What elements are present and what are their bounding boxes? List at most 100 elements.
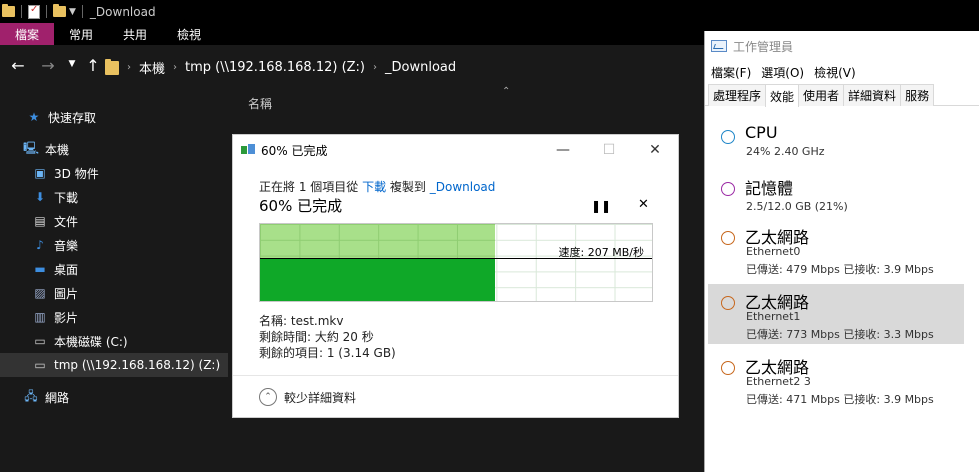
breadcrumb-this-pc[interactable]: 本機 — [139, 58, 165, 77]
chevron-right-icon[interactable]: › — [127, 62, 131, 73]
tab-home[interactable]: 常用 — [54, 23, 108, 45]
tab-share[interactable]: 共用 — [108, 23, 162, 45]
folder-icon — [105, 58, 119, 75]
perf-item-adapter: Ethernet2 3 — [746, 375, 811, 388]
perf-item-detail: 2.5/12.0 GB (21%) — [746, 200, 848, 213]
properties-icon[interactable] — [28, 4, 40, 19]
sidebar-item-pictures[interactable]: ▨ 圖片 — [0, 281, 228, 305]
sidebar-item-network[interactable]: 🖧 網路 — [0, 385, 228, 409]
task-manager-icon — [711, 40, 727, 52]
star-icon: ★ — [28, 110, 40, 124]
window-controls: — ☐ ✕ — [540, 135, 678, 165]
close-icon[interactable]: ✕ — [632, 135, 678, 165]
sidebar-item-label: 網路 — [45, 390, 70, 405]
sidebar-item-label: 音樂 — [54, 238, 79, 253]
sidebar-item-quick-access[interactable]: ★ 快速存取 — [0, 105, 228, 129]
divider — [46, 5, 47, 18]
download-arrow-icon: ⬇ — [34, 190, 46, 204]
status-circle-icon — [721, 182, 735, 196]
perf-item-ethernet0[interactable]: 乙太網路 Ethernet0 已傳送: 479 Mbps 已接收: 3.9 Mb… — [708, 219, 968, 279]
sidebar-item-label: 桌面 — [54, 262, 79, 277]
dialog-title: 60% 已完成 — [261, 143, 328, 158]
throughput-fill — [260, 258, 495, 301]
transfer-details: 名稱: test.mkv 剩餘時間: 大約 20 秒 剩餘的項目: 1 (3.1… — [259, 313, 396, 361]
sidebar-item-network-drive[interactable]: ▭ tmp (\\192.168.168.12) (Z:) — [0, 353, 228, 377]
menu-file[interactable]: 檔案(F) — [711, 64, 751, 81]
transfer-speed-graph: 速度: 207 MB/秒 — [259, 223, 653, 302]
task-manager-titlebar: 工作管理員 — [705, 31, 979, 61]
status-circle-icon — [721, 130, 735, 144]
sidebar-item-3d-objects[interactable]: ▣ 3D 物件 — [0, 161, 228, 185]
perf-item-cpu[interactable]: CPU 24% 2.40 GHz — [708, 118, 968, 178]
sidebar-item-desktop[interactable]: ▬ 桌面 — [0, 257, 228, 281]
chevron-up-icon: ⌃ — [259, 388, 277, 406]
menu-options[interactable]: 選項(O) — [761, 64, 804, 81]
hard-drive-icon: ▭ — [34, 334, 46, 348]
perf-item-name: CPU — [745, 123, 778, 142]
sidebar-item-documents[interactable]: ▤ 文件 — [0, 209, 228, 233]
task-manager-title: 工作管理員 — [733, 39, 794, 54]
chevron-right-icon[interactable]: › — [373, 62, 377, 73]
sidebar-item-label: 圖片 — [54, 286, 79, 301]
speed-label: 速度: 207 MB/秒 — [558, 246, 644, 259]
divider — [81, 5, 83, 18]
status-text: 複製到 — [386, 180, 430, 194]
status-circle-icon — [721, 361, 735, 375]
menu-bar: 檔案(F) 選項(O) 檢視(V) — [705, 62, 979, 82]
divider — [21, 5, 22, 18]
tab-processes[interactable]: 處理程序 — [708, 84, 767, 106]
new-folder-icon[interactable] — [53, 4, 66, 17]
sidebar-item-label: 影片 — [54, 310, 79, 325]
forward-arrow-icon[interactable]: → — [37, 56, 59, 75]
tab-performance[interactable]: 效能 — [765, 84, 800, 107]
sidebar-item-label: 文件 — [54, 214, 79, 229]
computer-icon: 🖳 — [23, 140, 40, 155]
sidebar-item-this-pc[interactable]: 🖳 本機 — [0, 137, 228, 161]
sidebar-item-local-disk[interactable]: ▭ 本機磁碟 (C:) — [0, 329, 228, 353]
navigation-pane: ★ 快速存取 🖳 本機 ▣ 3D 物件 ⬇ 下載 ▤ 文件 ♪ 音樂 ▬ 桌面 … — [0, 90, 228, 472]
back-arrow-icon[interactable]: ← — [7, 56, 29, 75]
network-icon: 🖧 — [24, 388, 38, 403]
perf-item-detail: 已傳送: 773 Mbps 已接收: 3.3 Mbps — [746, 328, 934, 341]
sidebar-item-music[interactable]: ♪ 音樂 — [0, 233, 228, 257]
status-circle-icon — [721, 296, 735, 310]
chevron-right-icon[interactable]: › — [173, 62, 177, 73]
status-text: 正在將 1 個項目從 — [259, 180, 363, 194]
recent-locations-icon[interactable]: ▼ — [61, 59, 83, 69]
tab-services[interactable]: 服務 — [900, 84, 935, 106]
sort-caret-icon: ⌃ — [502, 86, 511, 97]
breadcrumb-network-drive[interactable]: tmp (\\192.168.168.12) (Z:) — [185, 60, 365, 75]
minimize-icon[interactable]: — — [540, 135, 586, 165]
address-box[interactable]: › 本機 › tmp (\\192.168.168.12) (Z:) › _Do… — [105, 55, 705, 80]
cancel-icon[interactable]: ✕ — [638, 197, 649, 212]
breadcrumb-download[interactable]: _Download — [385, 60, 456, 75]
film-icon: ▥ — [34, 310, 46, 324]
tab-file[interactable]: 檔案 — [0, 23, 54, 45]
sidebar-item-downloads[interactable]: ⬇ 下載 — [0, 185, 228, 209]
picture-icon: ▨ — [34, 286, 46, 300]
source-folder-link[interactable]: 下載 — [362, 180, 386, 194]
sidebar-item-label: 3D 物件 — [54, 166, 99, 181]
tab-users[interactable]: 使用者 — [798, 84, 845, 106]
perf-item-adapter: Ethernet1 — [746, 310, 801, 323]
perf-item-ethernet2[interactable]: 乙太網路 Ethernet2 3 已傳送: 471 Mbps 已接收: 3.9 … — [708, 349, 968, 409]
perf-item-ethernet1[interactable]: 乙太網路 Ethernet1 已傳送: 773 Mbps 已接收: 3.3 Mb… — [708, 284, 968, 344]
sidebar-item-videos[interactable]: ▥ 影片 — [0, 305, 228, 329]
perf-item-name: 記憶體 — [745, 179, 794, 198]
scrollbar[interactable] — [964, 106, 979, 472]
column-header-name[interactable]: 名稱 — [248, 95, 272, 112]
menu-view[interactable]: 檢視(V) — [814, 64, 856, 81]
tab-view[interactable]: 檢視 — [162, 23, 216, 45]
task-manager-window: 工作管理員 檔案(F) 選項(O) 檢視(V) 處理程序 效能 使用者 詳細資料… — [704, 31, 979, 472]
task-manager-tabs: 處理程序 效能 使用者 詳細資料 服務 — [705, 84, 979, 107]
sidebar-item-label: 下載 — [54, 190, 79, 205]
perf-item-adapter: Ethernet0 — [746, 245, 801, 258]
pause-icon[interactable]: ❚❚ — [591, 199, 611, 213]
destination-folder-link[interactable]: _Download — [430, 180, 496, 194]
customize-toolbar-icon[interactable]: ▼ — [69, 7, 76, 17]
up-arrow-icon[interactable]: ↑ — [82, 56, 104, 75]
explorer-titlebar: ▼ _Download — [0, 0, 979, 23]
tab-details[interactable]: 詳細資料 — [843, 84, 902, 106]
fewer-details-button[interactable]: ⌃ 較少詳細資料 — [259, 388, 356, 406]
network-drive-icon: ▭ — [34, 358, 46, 372]
